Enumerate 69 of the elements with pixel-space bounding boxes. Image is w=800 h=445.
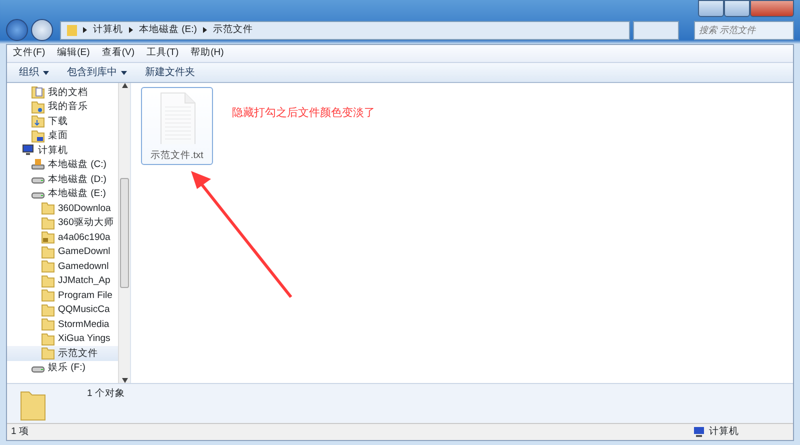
chevron-icon [83, 27, 87, 33]
folder-icon [41, 288, 55, 302]
download-folder-icon [31, 114, 45, 128]
folder-icon [41, 332, 55, 346]
toolbar-button[interactable]: 组织 [13, 66, 55, 80]
tree-item[interactable]: 本地磁盘 (C:) [7, 158, 118, 172]
refresh-button[interactable] [633, 20, 679, 40]
file-item[interactable]: 示范文件.txt [141, 87, 213, 165]
minimize-button[interactable] [698, 0, 724, 17]
folder-icon [41, 201, 55, 216]
tree-item[interactable]: 桌面 [7, 128, 118, 143]
folder-icon [41, 216, 55, 230]
tree-item[interactable]: 本地磁盘 (E:) [7, 186, 118, 201]
search-field[interactable]: 搜索 示范文件 [694, 20, 794, 40]
tree-item[interactable]: 计算机 [7, 143, 118, 158]
tree-item[interactable]: QQMusicCa [7, 302, 118, 317]
location-text: 计算机 [709, 426, 739, 438]
tree-item[interactable]: 360驱动大师 [7, 216, 118, 230]
chevron-icon [202, 27, 207, 33]
tree-item[interactable]: XiGua Yings [7, 332, 118, 346]
toolbar-button[interactable]: 新建文件夹 [139, 66, 201, 80]
breadcrumb-item[interactable]: 示范文件 [212, 24, 253, 36]
tree-item[interactable]: 本地磁盘 (D:) [7, 172, 118, 186]
breadcrumb-item[interactable]: 计算机 [93, 24, 123, 36]
tree-item[interactable]: a4a06c190a [7, 230, 118, 244]
scrollbar[interactable] [118, 83, 130, 383]
menu-item[interactable]: 帮助(H) [190, 47, 224, 60]
folder-icon [41, 317, 55, 332]
caret-icon [43, 70, 49, 74]
back-button[interactable] [6, 19, 28, 41]
folder-icon [41, 244, 55, 259]
caret-icon [121, 70, 127, 74]
folder-icon [41, 346, 55, 360]
music-folder-icon [31, 100, 45, 114]
tree-item[interactable]: JJMatch_Ap [7, 274, 118, 288]
drive-icon [31, 158, 45, 172]
menu-item[interactable]: 查看(V) [102, 47, 134, 60]
tree-item[interactable]: GameDownl [7, 244, 118, 259]
chevron-icon [129, 27, 133, 33]
tree-item[interactable]: 我的音乐 [7, 100, 118, 114]
menu-item[interactable]: 编辑(E) [57, 47, 90, 60]
breadcrumb-item[interactable]: 本地磁盘 (E:) [139, 24, 197, 36]
menu-item[interactable]: 文件(F) [13, 47, 46, 60]
tree-item[interactable]: 娱乐 (F:) [7, 360, 118, 375]
maximize-button[interactable] [724, 0, 750, 17]
annotation-text: 隐藏打勾之后文件颜色变淡了 [232, 107, 375, 120]
tree-item[interactable]: 下载 [7, 114, 118, 128]
folder-icon [41, 274, 55, 288]
locked-folder-icon [41, 230, 55, 244]
tree-item[interactable]: Program File [7, 288, 118, 302]
status-text: 1 项 [11, 426, 29, 438]
tree-item[interactable]: 360Downloa [7, 201, 118, 216]
tree-item[interactable]: 示范文件 [7, 346, 118, 360]
tree-item[interactable]: Gamedownl [7, 259, 118, 274]
document-folder-icon [31, 85, 45, 100]
address-bar[interactable]: 计算机 本地磁盘 (E:) 示范文件 [60, 20, 630, 40]
folder-icon [41, 259, 55, 274]
folder-icon [67, 24, 77, 36]
forward-button[interactable] [31, 19, 53, 41]
tree-item[interactable]: 我的文档 [7, 85, 118, 100]
close-button[interactable] [750, 0, 794, 17]
item-count: 1 个对象 [87, 388, 125, 401]
menu-item[interactable]: 工具(T) [146, 47, 179, 60]
tree-item[interactable]: StormMedia [7, 317, 118, 332]
computer-icon [693, 426, 705, 438]
folder-icon [41, 302, 55, 317]
desktop-folder-icon [31, 128, 45, 143]
computer-icon [21, 143, 35, 158]
toolbar-button[interactable]: 包含到库中 [61, 66, 133, 80]
